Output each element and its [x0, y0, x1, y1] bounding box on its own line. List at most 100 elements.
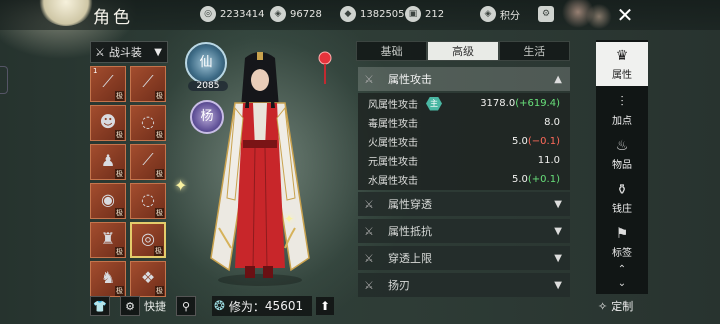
bracer-icon: ♜	[100, 228, 116, 248]
shortcut-label: 快捷	[144, 300, 166, 313]
inspect-button[interactable]: ⚲	[176, 296, 196, 316]
money-bag-icon: ⚱	[616, 181, 628, 198]
equip-slot[interactable]: ❖ 极	[130, 261, 166, 297]
resource-value: 2233414	[220, 8, 265, 20]
tab-advanced[interactable]: 高级	[427, 41, 499, 61]
attr-name: 水属性攻击	[368, 176, 418, 187]
section-elemental-resistance[interactable]: ⚔ 属性抵抗 ▼	[358, 219, 570, 243]
section-label: 穿透上限	[388, 252, 432, 265]
flower-decoration	[560, 0, 620, 30]
gear-icon: ⚙	[538, 6, 554, 22]
attr-value: 11.0	[537, 155, 560, 166]
cultivation-display: ❂ 修为： 45601	[212, 296, 312, 316]
points-label: 积分	[500, 10, 520, 22]
left-edge-tab[interactable]	[0, 66, 8, 94]
crossed-swords-icon: ⚔	[364, 278, 374, 292]
nav-bank[interactable]: ⚱ 钱庄	[596, 176, 648, 220]
nav-allocate-points[interactable]: ⫶ 加点	[596, 88, 648, 132]
section-label: 属性穿透	[388, 198, 432, 211]
resource-value: 1382505	[360, 8, 405, 20]
top-bar: 角色 ◎ 2233414 ◈ 96728 ◆ 1382505 ▣ 212 ◈ 积…	[0, 0, 720, 30]
gear-icon: ⚙	[125, 299, 135, 313]
points-button[interactable]: ◈ 积分	[480, 6, 520, 22]
attr-row: 风属性攻击 主 3178.0(+619.4)	[368, 94, 560, 113]
gear-preset-dropdown[interactable]: ⚔ 战斗装 ▼	[90, 41, 168, 63]
armor-icon: ♟	[100, 150, 116, 170]
equip-slot-selected[interactable]: ◎ 极	[130, 222, 166, 258]
cultivation-up-button[interactable]: ⬆	[316, 297, 334, 315]
attr-row: 元属性攻击 11.0	[368, 151, 560, 170]
section-label: 扬刃	[388, 279, 410, 292]
chevron-down-icon: ▼	[554, 198, 562, 210]
chevron-up-icon: ▲	[554, 73, 562, 85]
customize-label: 定制	[611, 300, 634, 313]
tab-life[interactable]: 生活	[498, 41, 570, 61]
chevron-up-icon[interactable]: ⌃	[596, 263, 648, 277]
helmet-icon: ☻	[99, 111, 117, 131]
tab-basic[interactable]: 基础	[356, 41, 428, 61]
ticket-icon: ▣	[405, 6, 421, 22]
attr-row: 毒属性攻击 8.0	[368, 113, 560, 132]
equip-slot[interactable]: ◌ 极	[130, 105, 166, 141]
chevron-down-icon[interactable]: ⌄	[596, 277, 648, 291]
magnify-icon: ⚲	[181, 299, 191, 313]
attr-name: 元属性攻击	[368, 157, 418, 168]
chevron-down-icon: ▼	[554, 252, 562, 264]
attr-value: 3178.0(+619.4)	[480, 98, 560, 109]
weapon-icon: ⟋	[102, 72, 114, 91]
resource-gems[interactable]: ◈ 96728	[270, 6, 322, 22]
resource-silver[interactable]: ◆ 1382505	[340, 6, 405, 22]
nav-attributes[interactable]: ♛ 属性	[596, 42, 648, 86]
attr-name: 毒属性攻击	[368, 119, 418, 130]
necklace-icon: ◌	[141, 111, 155, 131]
resource-coins[interactable]: ◎ 2233414	[200, 6, 265, 22]
bottom-left-controls: 👕 ⚙ 快捷 ⚲	[90, 296, 196, 316]
attr-row: 水属性攻击 5.0(+0.1)	[368, 170, 560, 189]
equip-slot[interactable]: ◉ 极	[90, 183, 126, 219]
sparkle-effect: ✦	[284, 212, 295, 226]
close-button[interactable]: ✕	[612, 2, 638, 28]
pet-icon[interactable]	[318, 46, 332, 86]
attr-row: 火属性攻击 5.0(−0.1)	[368, 132, 560, 151]
section-penetration-cap[interactable]: ⚔ 穿透上限 ▼	[358, 246, 570, 270]
shirt-icon: 👕	[93, 299, 107, 313]
crossed-swords-icon: ⚔	[364, 197, 374, 211]
arrow-up-icon: ⬆	[319, 299, 331, 313]
customize-button[interactable]: ✧ 定制	[598, 298, 633, 314]
equip-slot[interactable]: 1 ⟋ 极	[90, 66, 126, 102]
cultivation-icon: ❂	[214, 298, 225, 314]
shortcut-button[interactable]: ⚙	[120, 296, 140, 316]
attr-value: 5.0(+0.1)	[512, 174, 560, 185]
nav-items[interactable]: ♨ 物品	[596, 132, 648, 176]
equip-slot[interactable]: ⟋ 极	[130, 66, 166, 102]
equip-slot[interactable]: ♜ 极	[90, 222, 126, 258]
page-title: 角色	[93, 8, 133, 28]
gear-preset-label: 战斗装	[108, 46, 142, 59]
section-yangren[interactable]: ⚔ 扬刃 ▼	[358, 273, 570, 297]
character-model[interactable]	[205, 48, 315, 288]
nav-tags[interactable]: ⚑ 标签	[596, 220, 648, 264]
scholar-hat-icon: ♛	[615, 47, 629, 64]
attr-value: 8.0	[544, 117, 560, 128]
trinket-icon: ❖	[140, 267, 156, 287]
attr-name: 风属性攻击	[368, 100, 418, 111]
equip-slot[interactable]: ♟ 极	[90, 144, 126, 180]
boots-icon: ♞	[100, 267, 116, 287]
section-elemental-penetration[interactable]: ⚔ 属性穿透 ▼	[358, 192, 570, 216]
nav-scroll-arrows[interactable]: ⌃ ⌄	[596, 263, 648, 293]
cultivation-label: 修为：	[228, 299, 265, 314]
equip-slot[interactable]: ♞ 极	[90, 261, 126, 297]
equip-slot[interactable]: ◌ 极	[130, 183, 166, 219]
resource-tickets[interactable]: ▣ 212	[405, 6, 444, 22]
ring-icon: ◌	[141, 189, 155, 209]
chevron-down-icon: ▼	[154, 46, 162, 58]
section-elemental-attack[interactable]: ⚔ 属性攻击 ▲	[358, 67, 570, 91]
dagger-icon: ⟋	[142, 150, 154, 169]
wardrobe-button[interactable]: 👕	[90, 296, 110, 316]
equip-slot[interactable]: ☻ 极	[90, 105, 126, 141]
chevron-down-icon: ▼	[554, 279, 562, 291]
equip-slot[interactable]: ⟋ 极	[130, 144, 166, 180]
section-label: 属性抵抗	[388, 225, 432, 238]
settings-button[interactable]: ⚙	[538, 6, 558, 22]
coin-stack-icon: ◎	[200, 6, 216, 22]
